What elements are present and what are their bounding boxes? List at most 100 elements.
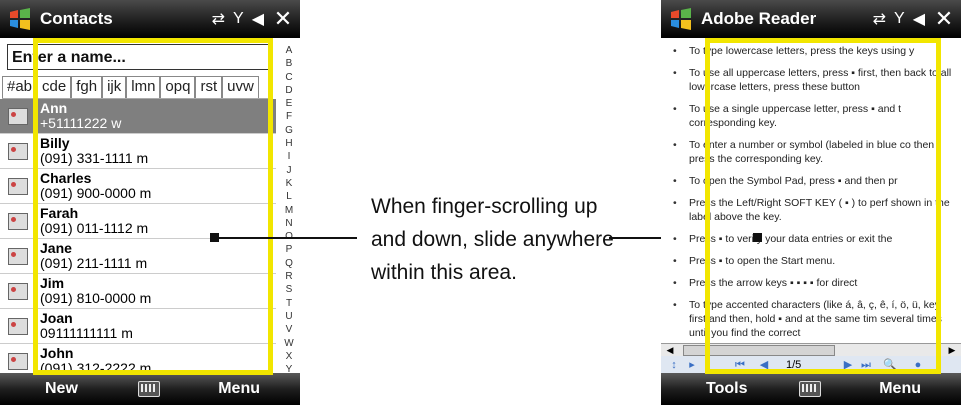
- document-bullet: To use a single uppercase letter, press …: [673, 102, 954, 130]
- tab-0[interactable]: #ab: [2, 76, 38, 98]
- contact-phone: 09111111111 m: [40, 325, 133, 341]
- alphabet-letter[interactable]: T: [286, 297, 292, 310]
- alphabet-letter[interactable]: C: [285, 71, 292, 84]
- alphabet-letter[interactable]: B: [286, 57, 293, 70]
- bookmark-icon[interactable]: ▸: [685, 359, 699, 372]
- softkey-menu[interactable]: Menu: [879, 380, 921, 398]
- alphabet-index[interactable]: ABCDEFGHIJKLMNOPQRSTUVWXYZ: [279, 44, 299, 388]
- last-page-icon[interactable]: ⏭: [859, 359, 873, 372]
- fit-page-icon[interactable]: ↕: [667, 359, 681, 372]
- contact-name: Joan: [40, 310, 73, 326]
- document-bullet: To enter a number or symbol (labeled in …: [673, 138, 954, 166]
- keyboard-icon[interactable]: [138, 381, 160, 397]
- alphabet-letter[interactable]: P: [286, 243, 293, 256]
- contact-row[interactable]: Billy (091) 331-1111 m: [0, 134, 276, 169]
- contact-row[interactable]: Joan 09111111111 m: [0, 309, 276, 344]
- contact-card-icon: [8, 178, 28, 195]
- tab-6[interactable]: rst: [195, 76, 223, 98]
- softkey-new[interactable]: New: [45, 380, 78, 398]
- title-bar: Adobe Reader ⇄ Y ◀ ✕: [661, 0, 961, 38]
- contact-card-icon: [8, 318, 28, 335]
- close-icon[interactable]: ✕: [268, 4, 298, 34]
- alphabet-letter[interactable]: M: [285, 204, 293, 217]
- contact-row[interactable]: Farah (091) 011-1112 m: [0, 204, 276, 239]
- volume-icon[interactable]: ◀: [252, 9, 264, 29]
- contact-phone: (091) 011-1112 m: [40, 220, 149, 236]
- connectivity-icon[interactable]: ⇄: [873, 9, 886, 29]
- alphabet-letter[interactable]: X: [286, 350, 293, 363]
- contacts-screen: Contacts ⇄ Y ◀ ✕ Enter a name... #ab cde…: [0, 0, 300, 405]
- alphabet-letter[interactable]: K: [286, 177, 293, 190]
- contact-card-icon: [8, 248, 28, 265]
- alphabet-letter[interactable]: D: [285, 84, 292, 97]
- next-page-icon[interactable]: ▶: [841, 359, 855, 372]
- tab-2[interactable]: fgh: [71, 76, 103, 98]
- close-icon[interactable]: ✕: [929, 4, 959, 34]
- contact-name: Ann: [40, 100, 68, 116]
- alphabet-letter[interactable]: G: [285, 124, 293, 137]
- tab-1[interactable]: cde: [37, 76, 72, 98]
- document-bullet: To use all uppercase letters, press ▪ fi…: [673, 66, 954, 94]
- contact-row[interactable]: Charles (091) 900-0000 m: [0, 169, 276, 204]
- callout-anchor-dot: [753, 233, 762, 242]
- contact-row[interactable]: Jim (091) 810-0000 m: [0, 274, 276, 309]
- alphabet-letter[interactable]: I: [288, 150, 291, 163]
- zoom-icon[interactable]: 🔍: [883, 359, 897, 372]
- alphabet-letter[interactable]: S: [286, 283, 293, 296]
- callout-line-left: [214, 237, 357, 239]
- alphabet-letter[interactable]: F: [286, 110, 292, 123]
- title-bar: Contacts ⇄ Y ◀ ✕: [0, 0, 300, 38]
- alphabet-letter[interactable]: H: [285, 137, 292, 150]
- contact-name: John: [40, 345, 74, 361]
- horizontal-scrollbar[interactable]: ◀ ▶: [661, 343, 961, 356]
- callout-text: When finger-scrolling up and down, slide…: [371, 195, 614, 284]
- signal-icon[interactable]: Y: [894, 10, 905, 28]
- alphabet-letter[interactable]: V: [286, 323, 293, 336]
- prev-page-icon[interactable]: ◀: [757, 359, 771, 372]
- document-bullet: To type lowercase letters, press the key…: [673, 44, 954, 58]
- alphabet-letter[interactable]: U: [285, 310, 292, 323]
- tab-4[interactable]: lmn: [126, 76, 161, 98]
- softkey-bar: Tools Menu: [661, 373, 961, 405]
- search-input[interactable]: Enter a name...: [7, 44, 272, 70]
- rotate-icon[interactable]: ●: [911, 359, 925, 372]
- contact-name: Charles: [40, 170, 92, 186]
- contact-row[interactable]: Ann +51111222 w: [0, 99, 276, 134]
- scroll-right-arrow-icon[interactable]: ▶: [946, 345, 958, 355]
- alphabet-letter[interactable]: Q: [285, 257, 293, 270]
- tab-3[interactable]: ijk: [102, 76, 127, 98]
- windows-start-icon[interactable]: [8, 7, 32, 31]
- scroll-left-arrow-icon[interactable]: ◀: [664, 345, 676, 355]
- contact-row[interactable]: Jane (091) 211-1111 m: [0, 239, 276, 274]
- contact-phone: (091) 900-0000 m: [40, 185, 152, 201]
- connectivity-icon[interactable]: ⇄: [212, 9, 225, 29]
- contact-name: Jane: [40, 240, 72, 256]
- contact-card-icon: [8, 213, 28, 230]
- contact-phone: (091) 331-1111 m: [40, 150, 149, 166]
- reader-screen: Adobe Reader ⇄ Y ◀ ✕ To type lowercase l…: [661, 0, 961, 405]
- contact-name: Farah: [40, 205, 79, 221]
- alphabet-letter[interactable]: L: [286, 190, 292, 203]
- contact-row[interactable]: John (091) 312-2222 m: [0, 344, 276, 375]
- first-page-icon[interactable]: ⏮: [733, 359, 747, 372]
- tab-5[interactable]: opq: [160, 76, 196, 98]
- softkey-tools[interactable]: Tools: [706, 380, 747, 398]
- softkey-menu[interactable]: Menu: [218, 380, 260, 398]
- scroll-thumb[interactable]: [683, 345, 835, 356]
- contact-phone: +51111222 w: [40, 115, 122, 131]
- alphabet-letter[interactable]: R: [285, 270, 292, 283]
- pdf-document-view[interactable]: To type lowercase letters, press the key…: [661, 38, 961, 343]
- alphabet-letter[interactable]: N: [285, 217, 292, 230]
- windows-start-icon[interactable]: [669, 7, 693, 31]
- tab-7[interactable]: uvw: [222, 76, 259, 98]
- contact-card-icon: [8, 108, 28, 125]
- alphabet-letter[interactable]: E: [286, 97, 293, 110]
- volume-icon[interactable]: ◀: [913, 9, 925, 29]
- page-indicator: 1/5: [786, 359, 802, 371]
- alphabet-letter[interactable]: W: [284, 337, 293, 350]
- alphabet-letter[interactable]: J: [287, 164, 292, 177]
- signal-icon[interactable]: Y: [233, 10, 244, 28]
- alphabet-letter[interactable]: A: [286, 44, 293, 57]
- keyboard-icon[interactable]: [799, 381, 821, 397]
- alpha-tab-row: #ab cde fgh ijk lmn opq rst uvw: [2, 76, 272, 99]
